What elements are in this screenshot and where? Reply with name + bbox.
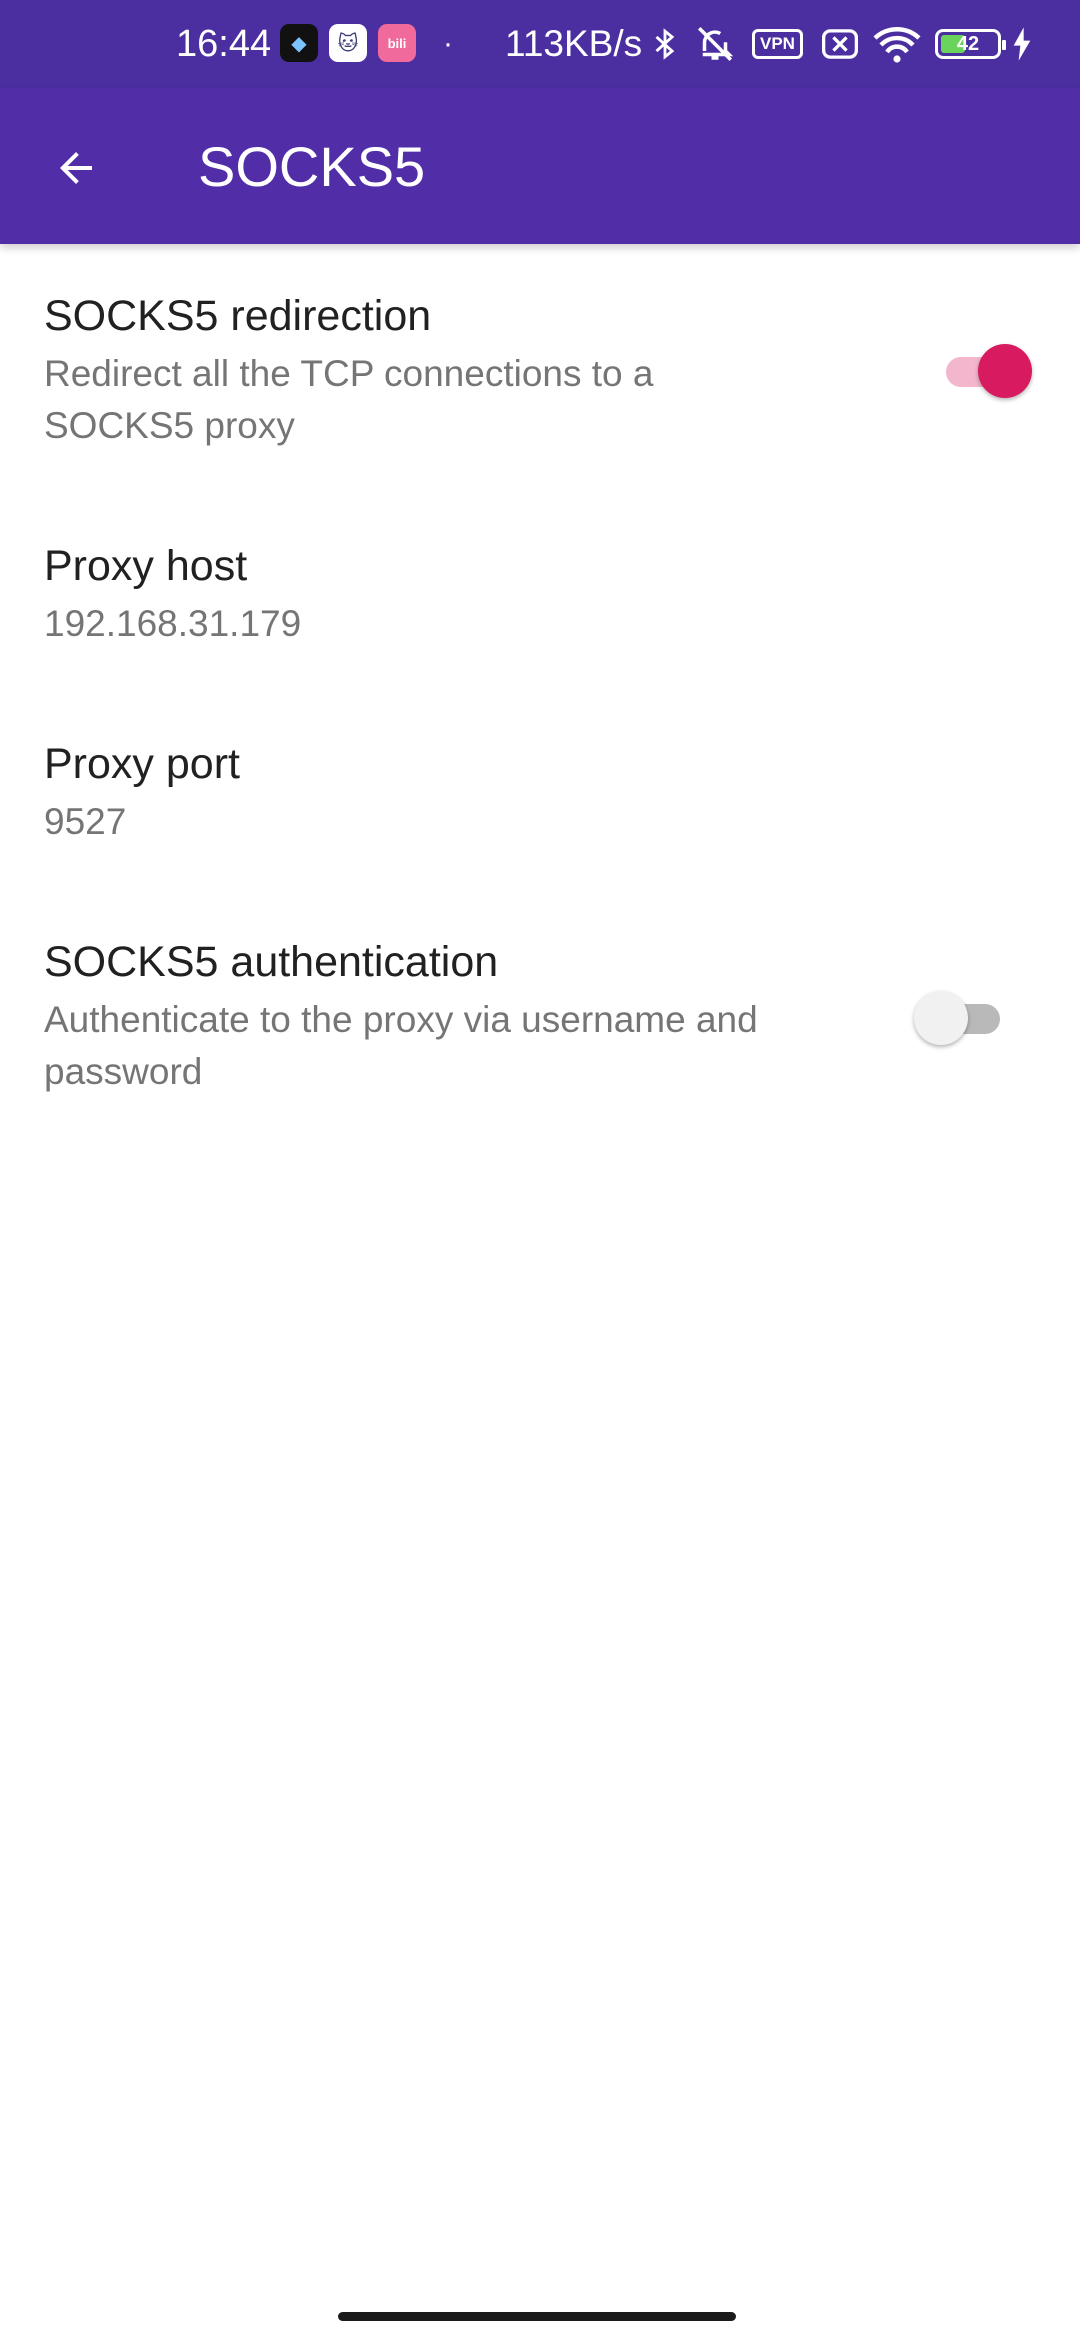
home-indicator[interactable]: [338, 2312, 736, 2321]
pref-title: SOCKS5 authentication: [44, 938, 499, 986]
battery-icon: 42: [935, 0, 1006, 88]
pref-title: Proxy port: [44, 740, 240, 788]
redirection-toggle[interactable]: [932, 341, 1032, 401]
toggle-thumb: [978, 344, 1032, 398]
arrow-back-icon: [60, 152, 92, 184]
wifi-icon: [872, 0, 922, 88]
pref-socks5-redirection[interactable]: SOCKS5 redirection Redirect all the TCP …: [0, 250, 1080, 480]
battery-level: 42: [956, 32, 980, 55]
bilibili-icon: bili: [378, 24, 416, 62]
pref-socks5-authentication[interactable]: SOCKS5 authentication Authenticate to th…: [0, 900, 1080, 1130]
vpn-icon: VPN: [752, 0, 803, 88]
toggle-thumb: [914, 991, 968, 1045]
pref-summary: Authenticate to the proxy via username a…: [44, 999, 758, 1092]
app-icon-1: ◆: [280, 24, 318, 62]
sim-error-icon: [820, 0, 860, 88]
app-bar: SOCKS5: [0, 88, 1080, 244]
status-time: 16:44: [176, 22, 272, 65]
pref-summary: 192.168.31.179: [44, 603, 302, 644]
app-icon-2: 🐱: [329, 24, 367, 62]
page-title: SOCKS5: [198, 134, 426, 198]
status-bar: 16:44 ◆ 🐱 bili · 113KB/s VPN 42: [0, 0, 1080, 88]
pref-title: Proxy host: [44, 542, 248, 590]
pref-summary: Redirect all the TCP connections to a SO…: [44, 353, 654, 446]
pref-proxy-port[interactable]: Proxy port 9527: [0, 700, 1080, 880]
notification-dot-icon: ·: [443, 27, 453, 60]
bluetooth-icon: [648, 0, 682, 88]
back-button[interactable]: [36, 128, 116, 208]
vpn-label: VPN: [752, 29, 803, 59]
pref-proxy-host[interactable]: Proxy host 192.168.31.179: [0, 500, 1080, 680]
network-speed: 113KB/s: [505, 23, 643, 64]
pref-summary: 9527: [44, 801, 127, 842]
mute-icon: [694, 0, 736, 88]
pref-title: SOCKS5 redirection: [44, 292, 432, 340]
authentication-toggle[interactable]: [914, 988, 1014, 1048]
charging-icon: [1012, 0, 1032, 88]
